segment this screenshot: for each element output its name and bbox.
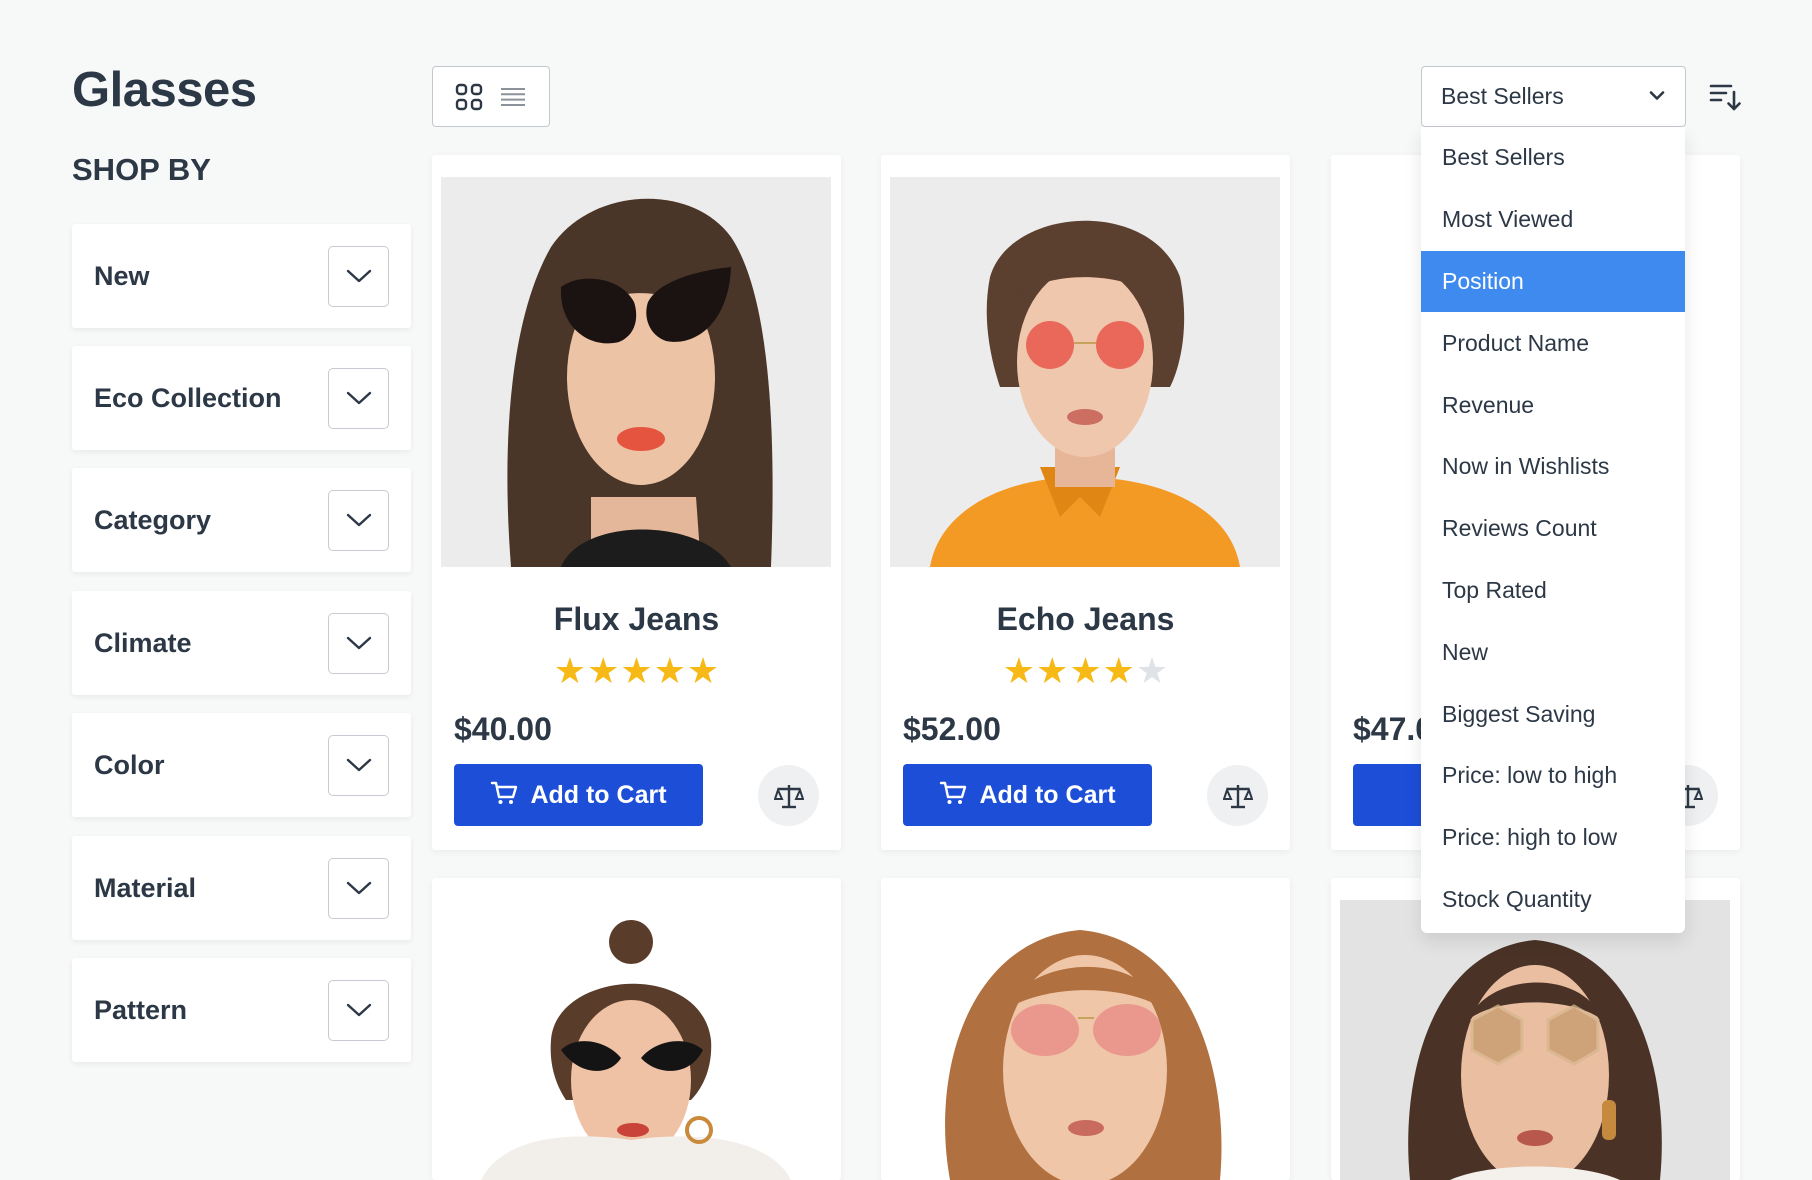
filter-eco-collection[interactable]: Eco Collection [72, 346, 411, 450]
shop-by-heading: SHOP BY [72, 152, 211, 187]
product-image[interactable] [441, 177, 831, 567]
sort-option-top-rated[interactable]: Top Rated [1421, 560, 1685, 622]
filter-label: Pattern [94, 994, 188, 1025]
product-price: $40.00 [454, 711, 552, 747]
product-card[interactable] [881, 878, 1290, 1180]
product-image[interactable] [890, 177, 1280, 567]
chevron-down-icon [1649, 88, 1665, 106]
sort-option-now-in-wishlists[interactable]: Now in Wishlists [1421, 436, 1685, 498]
sort-option-best-sellers[interactable]: Best Sellers [1421, 127, 1685, 189]
product-name[interactable]: Flux Jeans [432, 601, 841, 638]
sort-selected-value: Best Sellers [1441, 83, 1564, 109]
star-icon: ★ [686, 650, 720, 691]
star-icon: ★ [620, 650, 653, 691]
sort-option-position[interactable]: Position [1421, 250, 1685, 313]
product-image[interactable] [890, 900, 1280, 1180]
product-image[interactable] [1340, 900, 1730, 1180]
filter-material[interactable]: Material [72, 836, 411, 940]
rating-stars: ★ ★ ★ ★ ★ [881, 651, 1290, 691]
sort-by-select[interactable]: Best Sellers [1421, 66, 1686, 127]
sort-option-price-high-to-low[interactable]: Price: high to low [1421, 807, 1685, 869]
sort-descending-icon[interactable] [1706, 78, 1744, 116]
sort-option-revenue[interactable]: Revenue [1421, 374, 1685, 436]
filter-label: New [94, 260, 150, 291]
add-to-cart-button[interactable]: Add to Cart [454, 764, 703, 826]
filter-label: Material [94, 872, 197, 903]
sort-option-stock-quantity[interactable]: Stock Quantity [1421, 869, 1685, 931]
filter-category[interactable]: Category [72, 468, 411, 572]
grid-view-icon[interactable] [455, 83, 483, 111]
filter-pattern[interactable]: Pattern [72, 958, 411, 1062]
view-mode-toggle [432, 66, 550, 127]
star-icon: ★ [553, 650, 587, 691]
filter-climate[interactable]: Climate [72, 591, 411, 695]
page-title: Glasses [72, 63, 257, 117]
cart-icon [490, 780, 518, 811]
star-icon: ★ [587, 650, 620, 691]
add-to-cart-button[interactable]: Add to Cart [903, 764, 1152, 826]
star-icon: ★ [1135, 650, 1169, 691]
compare-icon[interactable] [758, 765, 819, 826]
product-card[interactable] [432, 878, 841, 1180]
star-icon: ★ [1036, 650, 1069, 691]
sort-option-reviews-count[interactable]: Reviews Count [1421, 498, 1685, 560]
sort-option-new[interactable]: New [1421, 621, 1685, 683]
filter-label: Eco Collection [94, 382, 282, 413]
chevron-down-icon[interactable] [328, 612, 389, 674]
sort-option-most-viewed[interactable]: Most Viewed [1421, 189, 1685, 251]
filter-label: Category [94, 504, 212, 535]
chevron-down-icon[interactable] [328, 245, 389, 307]
chevron-down-icon[interactable] [328, 979, 389, 1041]
star-icon: ★ [1069, 650, 1102, 691]
compare-icon[interactable] [1207, 765, 1268, 826]
filter-color[interactable]: Color [72, 713, 411, 817]
chevron-down-icon[interactable] [328, 489, 389, 551]
sort-option-price-low-to-high[interactable]: Price: low to high [1421, 745, 1685, 807]
sort-options-dropdown: Best Sellers Most Viewed Position Produc… [1421, 127, 1685, 933]
product-card-echo-jeans[interactable]: Echo Jeans ★ ★ ★ ★ ★ $52.00 Add to Cart [881, 155, 1290, 850]
filter-label: Climate [94, 627, 192, 658]
star-icon: ★ [1002, 650, 1036, 691]
sort-option-product-name[interactable]: Product Name [1421, 312, 1685, 374]
product-image[interactable] [441, 900, 831, 1180]
filter-new[interactable]: New [72, 224, 411, 328]
sort-option-biggest-saving[interactable]: Biggest Saving [1421, 683, 1685, 745]
product-card-flux-jeans[interactable]: Flux Jeans ★ ★ ★ ★ ★ $40.00 Add to Cart [432, 155, 841, 850]
chevron-down-icon[interactable] [328, 857, 389, 919]
star-icon: ★ [1102, 650, 1135, 691]
filter-label: Color [94, 749, 165, 780]
chevron-down-icon[interactable] [328, 367, 389, 429]
add-to-cart-label: Add to Cart [979, 780, 1116, 809]
cart-icon [939, 780, 967, 811]
product-name[interactable]: Echo Jeans [881, 601, 1290, 638]
list-view-icon[interactable] [499, 86, 527, 108]
rating-stars: ★ ★ ★ ★ ★ [432, 651, 841, 691]
chevron-down-icon[interactable] [328, 734, 389, 796]
add-to-cart-label: Add to Cart [530, 780, 667, 809]
star-icon: ★ [653, 650, 686, 691]
product-price: $52.00 [903, 711, 1001, 747]
